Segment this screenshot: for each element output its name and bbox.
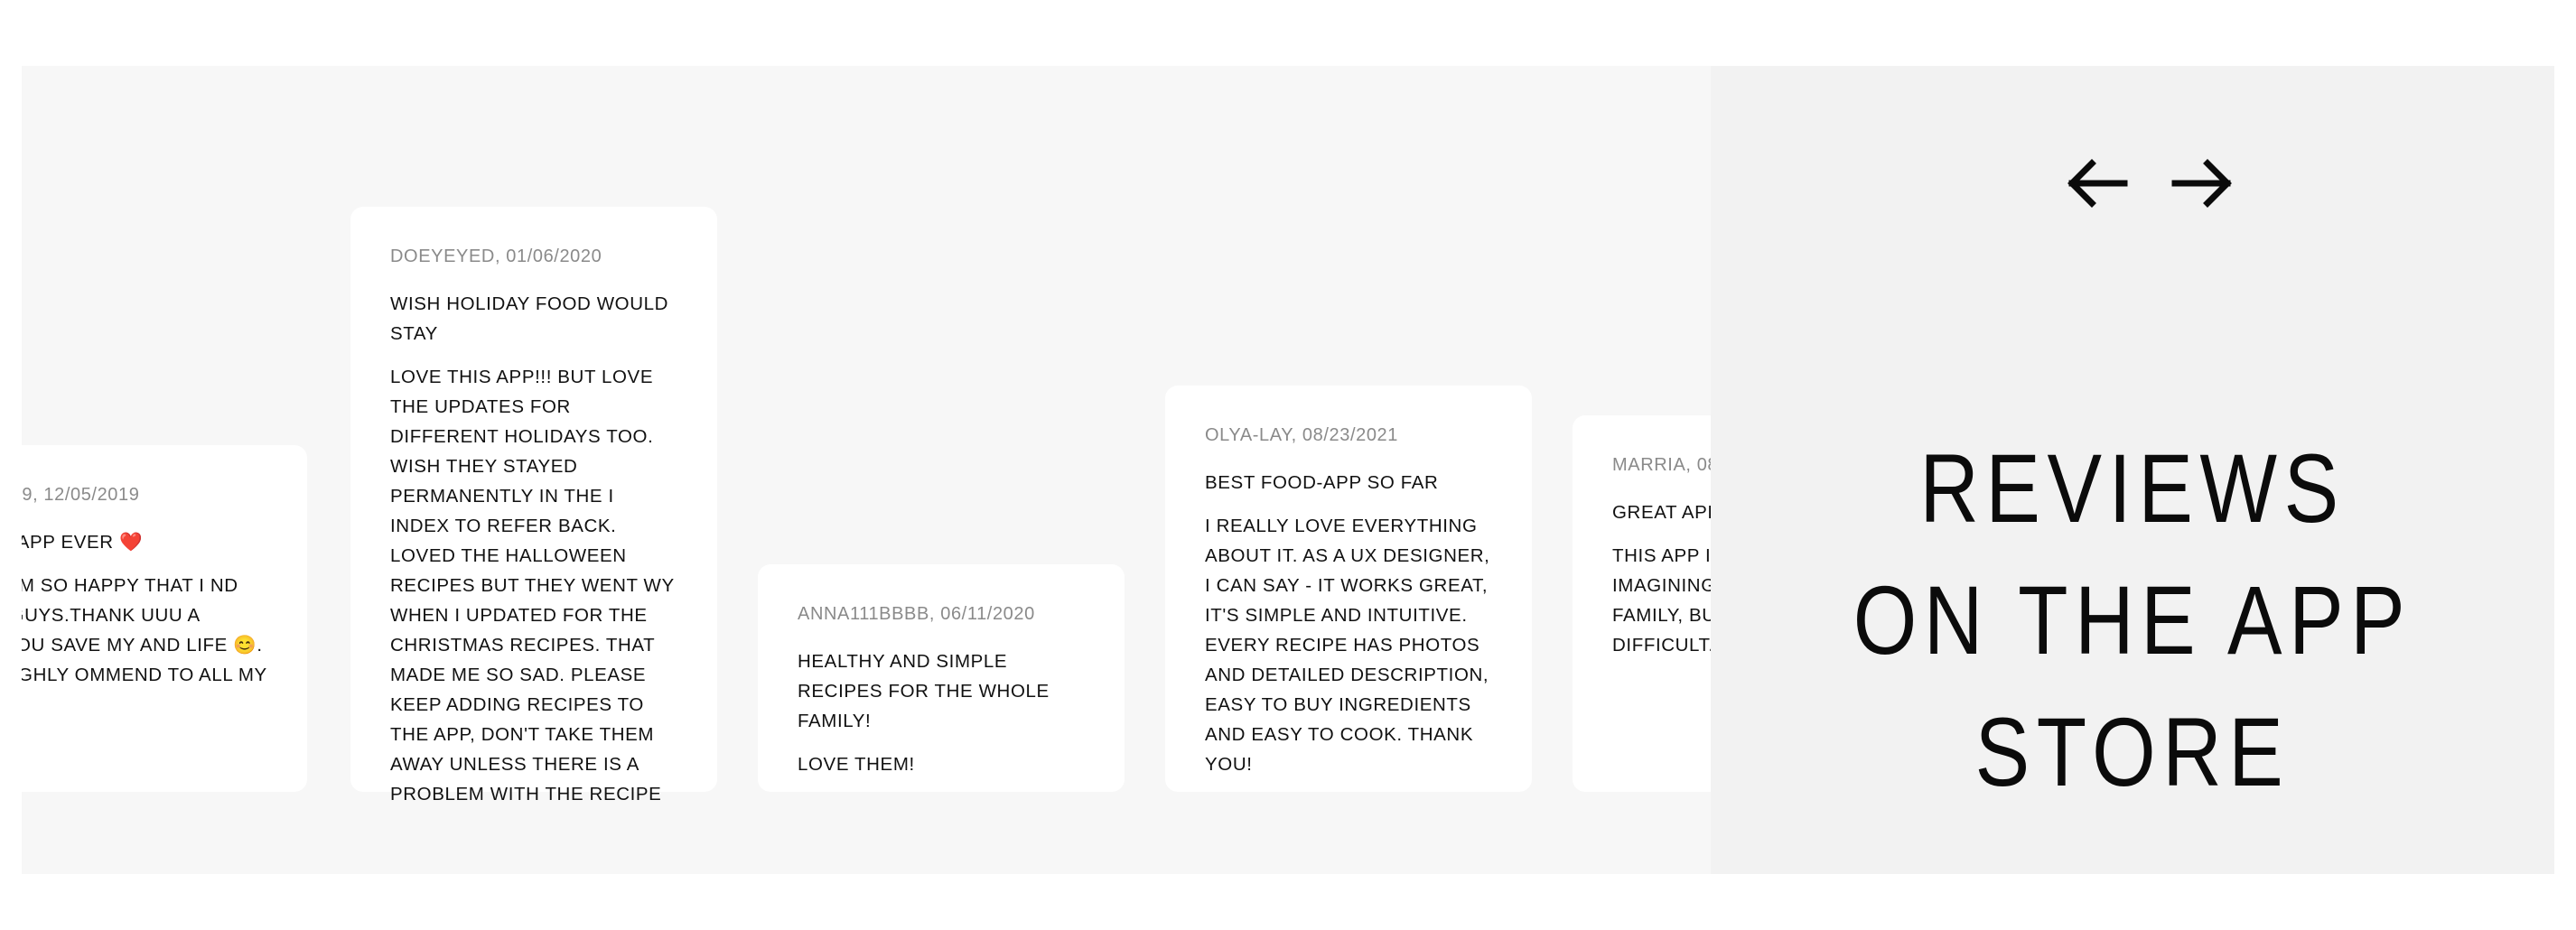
review-paragraph: LOVE THEM! [798, 754, 915, 775]
section-title-line: ON THE APP [1853, 565, 2413, 674]
reviews-section: UTZA89, 12/05/2019 BEST APP EVER ❤️ UU,I… [22, 66, 2554, 874]
section-title-line: STORE [1974, 697, 2291, 806]
review-body: THIS APP IS BEFORE, I H IMAGINING BALANC… [1612, 541, 1711, 660]
review-title: BEST FOOD-APP SO FAR [1205, 472, 1439, 493]
review-card: UTZA89, 12/05/2019 BEST APP EVER ❤️ UU,I… [22, 445, 307, 792]
heart-emoji-icon: ❤️ [119, 532, 144, 553]
section-title: REVIEWS ON THE APP STORE [1778, 423, 2487, 818]
review-body: I REALLY LOVE EVERYTHING ABOUT IT. AS A … [1205, 511, 1492, 779]
review-card: MARRIA, 08 GREAT APP! THIS APP IS BEFORE… [1573, 415, 1711, 792]
reviews-carousel[interactable]: UTZA89, 12/05/2019 BEST APP EVER ❤️ UU,I… [22, 66, 1711, 874]
review-author-date: UTZA89, 12/05/2019 [22, 485, 140, 505]
next-button[interactable] [2162, 143, 2244, 224]
review-title: WISH HOLIDAY FOOD WOULD STAY [390, 293, 669, 344]
review-title: GREAT APP! [1612, 502, 1711, 523]
review-title: BEST APP EVER ❤️ [22, 532, 144, 553]
review-paragraph: THIS APP IS BEFORE, I H IMAGINING BALANC… [1612, 545, 1711, 656]
review-author-date: DOEYEYED, 01/06/2020 [390, 246, 602, 266]
review-body: UU,I AM SO HAPPY THAT I ND YOU GUYS.THAN… [22, 571, 267, 720]
review-title: HEALTHY AND SIMPLE RECIPES FOR THE WHOLE… [798, 651, 1050, 731]
prev-button[interactable] [2056, 143, 2137, 224]
review-paragraph: LOVE THIS APP!!! BUT LOVE THE UPDATES FO… [390, 367, 675, 804]
review-card: ANNA111BBBB, 06/11/2020 HEALTHY AND SIMP… [758, 564, 1125, 792]
arrow-left-icon [2067, 159, 2128, 208]
arrow-right-icon [2171, 159, 2232, 208]
review-author-date: ANNA111BBBB, 06/11/2020 [798, 604, 1035, 624]
review-paragraph: I REALLY LOVE EVERYTHING ABOUT IT. AS A … [1205, 516, 1490, 775]
section-title-line: REVIEWS [1919, 433, 2346, 543]
review-paragraph: UU,I AM SO HAPPY THAT I ND YOU GUYS.THAN… [22, 575, 267, 685]
review-author-date: MARRIA, 08 [1612, 455, 1711, 475]
reviews-side-panel: REVIEWS ON THE APP STORE [1711, 66, 2554, 874]
review-card: DOEYEYED, 01/06/2020 WISH HOLIDAY FOOD W… [350, 207, 717, 804]
review-body: LOVE THIS APP!!! BUT LOVE THE UPDATES FO… [390, 362, 677, 809]
review-body: LOVE THEM! [798, 749, 1085, 779]
review-card: OLYA-LAY, 08/23/2021 BEST FOOD-APP SO FA… [1165, 386, 1532, 792]
review-author-date: OLYA-LAY, 08/23/2021 [1205, 425, 1399, 445]
